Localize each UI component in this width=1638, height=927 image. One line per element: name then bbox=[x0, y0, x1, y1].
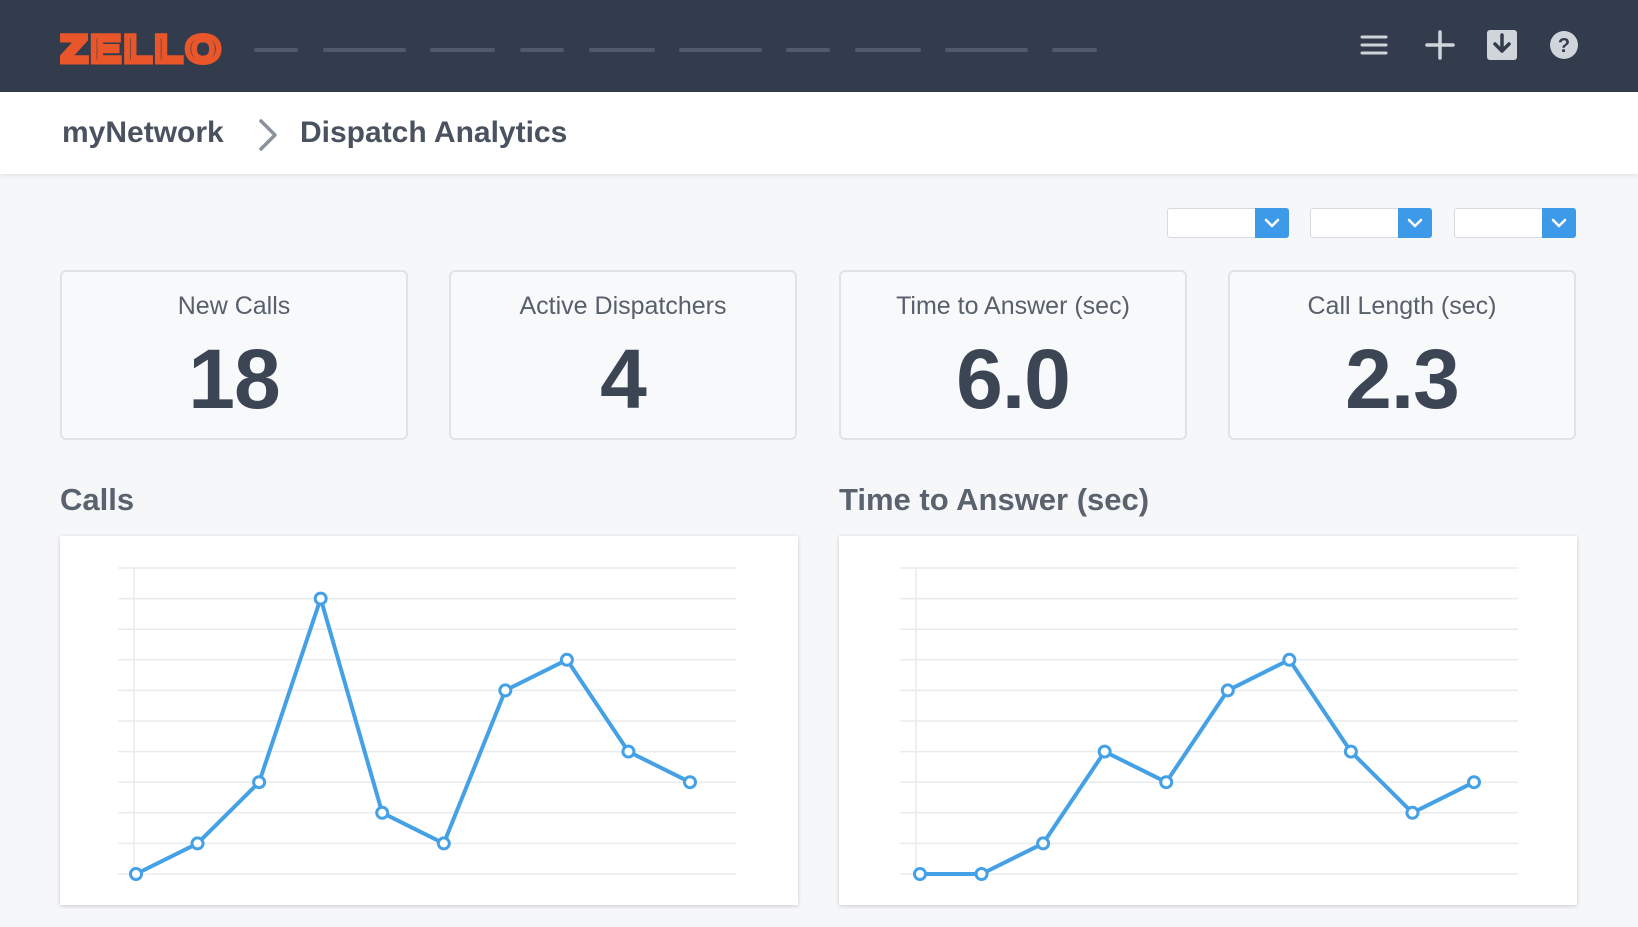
series-line bbox=[918, 657, 1476, 876]
stat-label: New Calls bbox=[177, 292, 291, 320]
nav-link-placeholder[interactable] bbox=[679, 48, 762, 52]
calls-line-chart bbox=[118, 567, 736, 881]
nav-link-placeholder[interactable] bbox=[323, 48, 406, 52]
stat-label: Active Dispatchers bbox=[519, 292, 727, 320]
nav-link-placeholder[interactable] bbox=[1052, 48, 1097, 52]
data-point bbox=[1467, 775, 1481, 790]
data-point bbox=[1282, 652, 1297, 667]
breadcrumb-network-link[interactable]: myNetwork bbox=[62, 114, 224, 152]
nav-link-placeholder[interactable] bbox=[589, 48, 655, 52]
data-point bbox=[1405, 805, 1420, 820]
tta-line-chart bbox=[900, 567, 1518, 881]
filter-dropdown-2[interactable] bbox=[1310, 208, 1432, 238]
stat-value: 6.0 bbox=[956, 332, 1071, 426]
data-point bbox=[436, 836, 451, 851]
add-icon[interactable] bbox=[1423, 28, 1457, 62]
nav-link-placeholder[interactable] bbox=[945, 48, 1028, 52]
chevron-down-icon[interactable] bbox=[1398, 208, 1432, 238]
calls-chart-panel bbox=[60, 536, 798, 905]
help-icon[interactable]: ? bbox=[1547, 28, 1581, 62]
data-point bbox=[974, 867, 989, 881]
series-line bbox=[134, 596, 692, 876]
chevron-down-icon[interactable] bbox=[1255, 208, 1289, 238]
stat-label: Call Length (sec) bbox=[1307, 292, 1497, 320]
calls-chart-title: Calls bbox=[60, 482, 135, 517]
data-point bbox=[1097, 744, 1112, 759]
chevron-down-icon[interactable] bbox=[1542, 208, 1576, 238]
data-point bbox=[1343, 744, 1358, 759]
breadcrumb: myNetwork Dispatch Analytics bbox=[0, 92, 1638, 174]
nav-link-placeholder[interactable] bbox=[430, 48, 495, 52]
stat-card-call-length: Call Length (sec) 2.3 bbox=[1228, 270, 1576, 440]
logo-text: ZELLO bbox=[60, 29, 224, 68]
menu-icon[interactable] bbox=[1357, 28, 1391, 62]
data-point bbox=[190, 836, 205, 851]
data-point bbox=[129, 867, 143, 881]
nav-link-placeholder[interactable] bbox=[786, 48, 830, 52]
data-point bbox=[375, 805, 390, 820]
stat-value: 2.3 bbox=[1345, 332, 1460, 426]
data-point bbox=[913, 867, 927, 881]
page-title: Dispatch Analytics bbox=[300, 116, 568, 149]
data-point bbox=[621, 744, 636, 759]
download-icon[interactable] bbox=[1485, 28, 1519, 62]
filter-dropdown-3[interactable] bbox=[1454, 208, 1576, 238]
tta-chart-title: Time to Answer (sec) bbox=[839, 482, 1150, 517]
data-point bbox=[498, 683, 513, 698]
data-point bbox=[313, 591, 328, 606]
data-point bbox=[252, 775, 267, 790]
data-point bbox=[1159, 775, 1174, 790]
stat-value: 4 bbox=[600, 332, 647, 426]
stat-label: Time to Answer (sec) bbox=[896, 292, 1130, 320]
svg-text:?: ? bbox=[1558, 35, 1570, 57]
tta-chart-panel bbox=[839, 536, 1577, 905]
data-point bbox=[683, 775, 697, 790]
nav-link-placeholder[interactable] bbox=[855, 48, 921, 52]
top-nav-bar: ZELLO ? bbox=[0, 0, 1638, 92]
nav-link-placeholder[interactable] bbox=[520, 48, 564, 52]
nav-link-placeholder[interactable] bbox=[254, 48, 298, 52]
zello-logo[interactable]: ZELLO bbox=[60, 28, 228, 68]
data-point bbox=[1036, 836, 1051, 851]
data-point bbox=[559, 652, 574, 667]
filter-dropdown-1[interactable] bbox=[1167, 208, 1289, 238]
stat-card-active-dispatchers: Active Dispatchers 4 bbox=[449, 270, 797, 440]
data-point bbox=[1220, 683, 1235, 698]
stat-value: 18 bbox=[188, 332, 280, 426]
stat-card-new-calls: New Calls 18 bbox=[60, 270, 408, 440]
chevron-right-icon bbox=[259, 119, 277, 151]
stat-card-time-to-answer: Time to Answer (sec) 6.0 bbox=[839, 270, 1187, 440]
